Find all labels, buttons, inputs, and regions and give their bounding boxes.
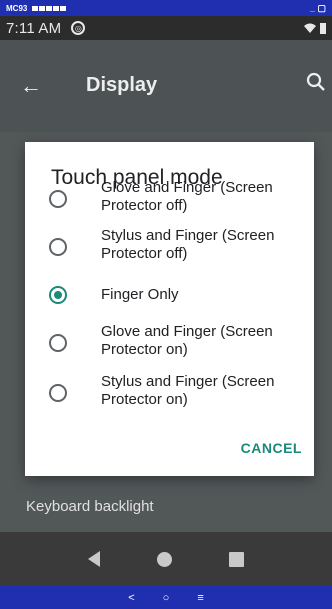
- status-left: MC93: [6, 3, 67, 13]
- radio-button-icon[interactable]: [49, 190, 67, 208]
- option-label: Stylus and Finger (Screen Protector on): [101, 373, 275, 408]
- back-arrow-icon[interactable]: ←: [20, 73, 42, 99]
- option-stylus-finger-on[interactable]: Stylus and Finger (Screen Protector on): [25, 371, 314, 419]
- option-label: Glove and Finger (Screen Protector on): [101, 323, 273, 358]
- remote-back-button[interactable]: <: [128, 592, 134, 604]
- radio-button-icon[interactable]: [49, 238, 67, 256]
- bottom-remote-bar: < ○ ≡: [0, 586, 332, 609]
- top-status-strip: MC93 _ ▢: [0, 0, 332, 16]
- option-label: Stylus and Finger (Screen Protector off): [101, 227, 275, 262]
- nav-recents-icon[interactable]: [228, 551, 244, 567]
- remote-menu-button[interactable]: ≡: [197, 592, 203, 604]
- status-icons: [31, 4, 67, 13]
- window-controls: _ ▢: [309, 2, 326, 13]
- remote-home-button[interactable]: ○: [163, 592, 170, 604]
- wifi-icon: [304, 23, 316, 33]
- option-glove-finger-on[interactable]: Glove and Finger (Screen Protector on): [25, 321, 314, 369]
- option-glove-finger-off[interactable]: Glove and Finger (Screen Protector off): [25, 177, 314, 225]
- status-time: 7:11 AM: [6, 19, 62, 37]
- option-label: Finger Only: [101, 286, 179, 303]
- battery-icon: [320, 22, 326, 34]
- radio-button-icon[interactable]: [49, 384, 67, 402]
- navigation-bar: [0, 532, 332, 586]
- option-finger-only[interactable]: Finger Only: [25, 273, 314, 321]
- nav-home-icon[interactable]: [156, 551, 172, 567]
- keyboard-backlight-item[interactable]: Keyboard backlight: [26, 498, 154, 515]
- app-bar: ← Display: [0, 40, 332, 132]
- radio-button-selected-icon[interactable]: [49, 286, 67, 304]
- device-name: MC93: [6, 3, 28, 13]
- notification-badge-icon: ◎: [71, 21, 86, 35]
- radio-button-icon[interactable]: [49, 334, 67, 352]
- touch-panel-mode-dialog: Touch panel mode Glove and Finger (Scree…: [25, 142, 314, 476]
- status-bar: 7:11 AM ◎: [0, 16, 332, 40]
- page-title: Display: [86, 74, 158, 96]
- option-label: Glove and Finger (Screen Protector off): [101, 179, 273, 214]
- nav-back-icon[interactable]: [88, 551, 101, 567]
- option-stylus-finger-off[interactable]: Stylus and Finger (Screen Protector off): [25, 225, 314, 273]
- search-icon[interactable]: [306, 72, 326, 92]
- cancel-button[interactable]: CANCEL: [241, 440, 302, 456]
